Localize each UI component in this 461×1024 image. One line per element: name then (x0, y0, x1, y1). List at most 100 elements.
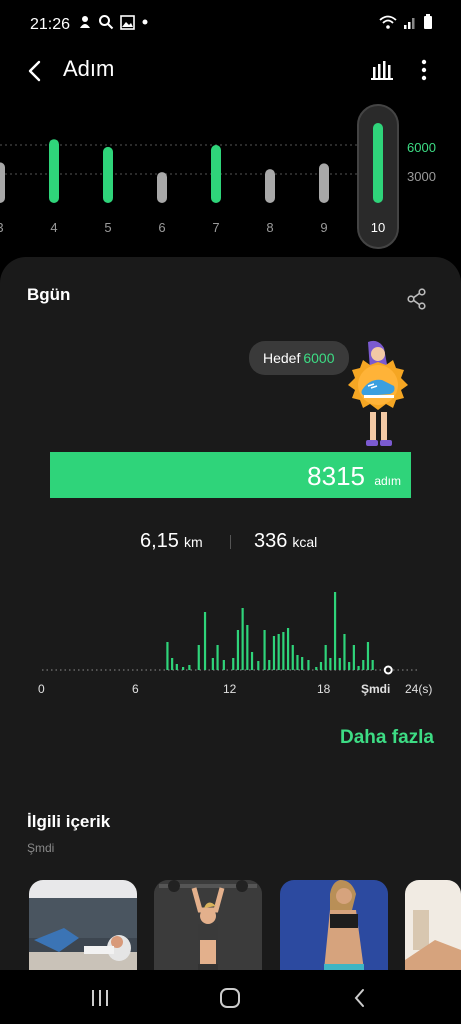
related-content-title: İlgili içerik (27, 812, 111, 831)
signal-icon (404, 17, 415, 29)
wifi-icon (379, 15, 397, 29)
distance-stat: 6,15 km (140, 530, 203, 553)
hourly-bar (232, 658, 235, 670)
hour-label-now: Şmdi (361, 682, 391, 696)
today-title: Bgün (27, 285, 71, 304)
goal-line-label-3000: 3000 (407, 169, 436, 184)
more-options-button[interactable] (412, 56, 436, 84)
weekly-day-label-7[interactable]: 7 (204, 220, 228, 235)
hourly-bar (343, 634, 346, 670)
status-time: 21:26 (30, 16, 71, 33)
notification-icon (80, 16, 90, 28)
hourly-bar (216, 645, 219, 670)
related-card-2[interactable] (154, 880, 262, 975)
hourly-bar (338, 658, 341, 670)
more-button[interactable]: Daha fazla (340, 727, 434, 749)
hourly-bar (268, 660, 271, 670)
hour-label-18: 18 (317, 682, 331, 696)
chevron-left-icon (28, 60, 41, 82)
back-icon (354, 989, 364, 1007)
hourly-bar (246, 625, 249, 670)
steps-unit: adım (374, 474, 401, 488)
share-button[interactable] (404, 286, 430, 312)
weekly-day-label-6[interactable]: 6 (150, 220, 174, 235)
share-icon (407, 288, 426, 310)
weekly-bar-day-3[interactable] (0, 162, 5, 203)
hour-label-0: 0 (38, 682, 45, 696)
hour-label-6: 6 (132, 682, 139, 696)
hourly-bar (348, 662, 351, 670)
hourly-bar (188, 665, 191, 670)
hourly-bar (333, 592, 337, 670)
weekly-bar-day-10[interactable] (373, 123, 383, 203)
hourly-bar (324, 645, 327, 670)
distance-unit: km (183, 534, 203, 550)
hourly-bar (319, 662, 323, 670)
battery-icon (424, 14, 432, 29)
goal-line-label-6000: 6000 (407, 140, 436, 155)
related-card-4[interactable] (405, 880, 461, 975)
back-button[interactable] (20, 56, 50, 86)
more-vertical-icon (421, 59, 427, 81)
hourly-bar (307, 660, 310, 670)
hourly-bar (171, 658, 174, 670)
weekly-bar-day-7[interactable] (211, 145, 221, 203)
hourly-bar (250, 652, 254, 670)
calories-unit: kcal (292, 534, 318, 550)
calories-stat: 336 kcal (254, 530, 317, 553)
hour-label-24: 24(s) (405, 682, 433, 696)
hourly-bar (366, 642, 370, 670)
related-card-1[interactable] (29, 880, 137, 975)
hourly-bar (301, 657, 304, 670)
home-button[interactable] (218, 986, 242, 1010)
weekly-steps-chart[interactable]: 6000 3000 3 4 5 6 7 8 9 10 (0, 100, 461, 250)
weekly-bar-day-5[interactable] (103, 146, 113, 203)
hourly-bar (236, 630, 240, 670)
recent-apps-icon (92, 990, 108, 1006)
weekly-day-label-4[interactable]: 4 (42, 220, 66, 235)
related-card-3[interactable] (280, 880, 388, 975)
hourly-bar (296, 655, 299, 670)
recent-apps-button[interactable] (88, 986, 112, 1010)
weekly-day-label-5[interactable]: 5 (96, 220, 120, 235)
weekly-day-label-10[interactable]: 10 (366, 220, 390, 235)
hourly-bar (166, 642, 169, 670)
hourly-bar (357, 666, 360, 670)
hourly-bar (272, 636, 276, 670)
trends-button[interactable] (368, 56, 396, 84)
hourly-bar (257, 661, 260, 670)
daily-stats: 6,15 km 336 kcal (0, 530, 461, 560)
hourly-bar (263, 630, 266, 670)
daily-steps-progress: 8315 adım (50, 452, 411, 498)
page-title: Adım (63, 56, 115, 81)
calories-value: 336 (254, 530, 288, 552)
hourly-bar (291, 645, 294, 670)
goal-bubble: Hedef 6000 (249, 341, 349, 375)
hourly-bar (362, 660, 365, 670)
hourly-bar (222, 660, 225, 670)
bar-chart-icon (371, 61, 393, 80)
weekly-bar-day-4[interactable] (49, 139, 59, 203)
stats-divider (230, 535, 231, 549)
weekly-day-label-3[interactable]: 3 (0, 220, 12, 235)
steps-value: 8315 (307, 461, 365, 491)
back-nav-button[interactable] (348, 986, 372, 1010)
status-bar: 21:26 (0, 0, 461, 50)
workout-thumbnail-3 (280, 880, 388, 975)
hourly-bar (182, 667, 185, 670)
hourly-bar (203, 612, 207, 670)
workout-thumbnail-1 (29, 880, 137, 975)
hourly-bar (277, 634, 280, 670)
weekly-bar-day-6[interactable] (157, 172, 167, 203)
workout-thumbnail-4 (405, 880, 461, 975)
weekly-bar-day-8[interactable] (265, 169, 275, 203)
hourly-bar (286, 628, 290, 670)
weekly-day-label-8[interactable]: 8 (258, 220, 282, 235)
weekly-bar-day-9[interactable] (319, 163, 329, 203)
hourly-bar (197, 645, 200, 670)
weekly-day-label-9[interactable]: 9 (312, 220, 336, 235)
hourly-bar (329, 658, 332, 670)
hour-label-12: 12 (223, 682, 237, 696)
mascot-sneaker-icon (348, 340, 408, 446)
search-icon (99, 15, 114, 30)
